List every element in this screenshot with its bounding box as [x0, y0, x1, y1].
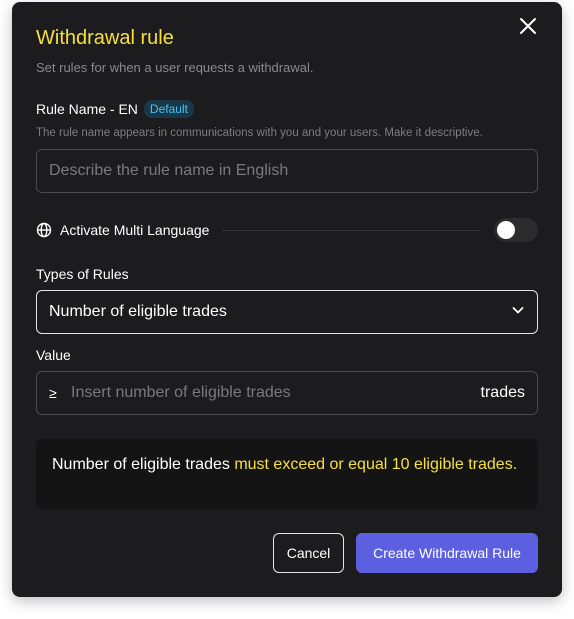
greater-equal-prefix: ≥: [49, 385, 57, 401]
rule-name-helper: The rule name appears in communications …: [36, 127, 483, 139]
modal-title: Withdrawal rule: [36, 27, 174, 49]
summary-end: .: [512, 456, 518, 473]
create-withdrawal-rule-button[interactable]: Create Withdrawal Rule: [356, 533, 538, 573]
globe-icon: [36, 222, 52, 238]
dotted-divider: [223, 229, 480, 231]
withdrawal-rule-modal: Withdrawal rule Set rules for when a use…: [12, 2, 562, 597]
rule-name-label: Rule Name - EN Default: [36, 100, 194, 118]
value-field: ≥ trades: [36, 371, 538, 415]
value-unit: trades: [480, 384, 525, 401]
modal-subtitle: Set rules for when a user requests a wit…: [36, 60, 314, 75]
multi-language-row: Activate Multi Language: [36, 218, 538, 242]
cancel-button[interactable]: Cancel: [273, 533, 344, 573]
summary-highlight: must exceed or equal 10 eligible trades: [234, 456, 513, 473]
chevron-down-icon: [511, 303, 525, 322]
rule-type-selected-value: Number of eligible trades: [49, 303, 227, 320]
value-input[interactable]: [71, 384, 481, 402]
toggle-knob: [497, 221, 515, 239]
rule-type-select[interactable]: Number of eligible trades: [36, 290, 538, 334]
rule-name-label-text: Rule Name - EN: [36, 101, 138, 117]
value-label: Value: [36, 347, 71, 363]
summary-text: Number of eligible trades: [52, 456, 235, 473]
rule-name-input[interactable]: [36, 149, 538, 193]
close-icon[interactable]: [518, 16, 538, 36]
multi-language-toggle[interactable]: [494, 218, 538, 242]
multi-language-label: Activate Multi Language: [60, 222, 210, 238]
rule-type-label: Types of Rules: [36, 266, 129, 282]
default-badge: Default: [143, 100, 194, 118]
rule-summary-box: Number of eligible trades must exceed or…: [36, 439, 538, 509]
